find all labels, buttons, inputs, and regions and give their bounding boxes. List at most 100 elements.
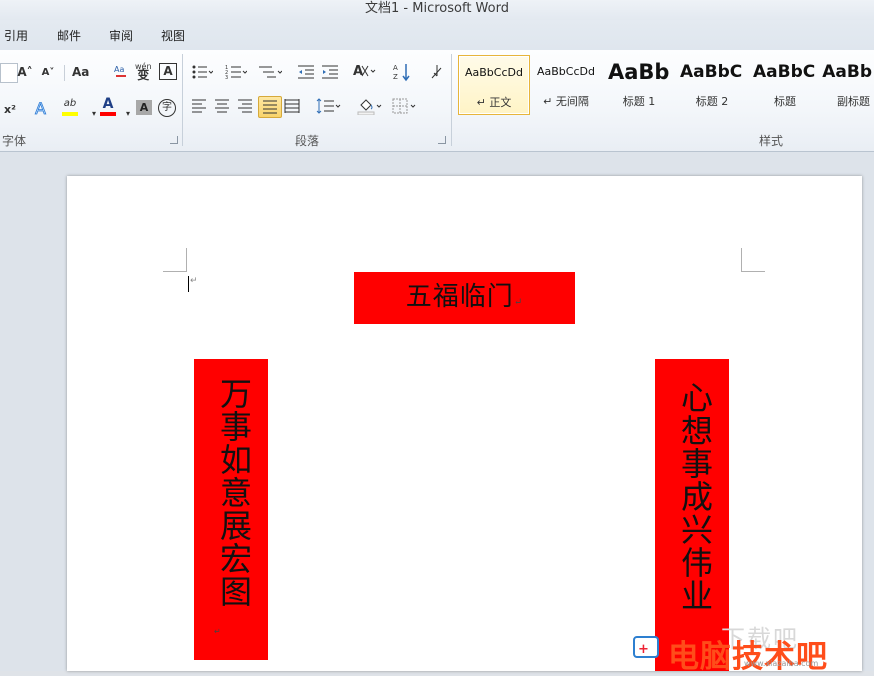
distributed-icon xyxy=(284,99,300,113)
increase-indent-button[interactable] xyxy=(321,64,339,84)
multilevel-list-button[interactable] xyxy=(258,64,283,84)
svg-text:3: 3 xyxy=(225,75,228,80)
chinese-layout-button[interactable]: A xyxy=(352,62,378,82)
watermark: + 下载吧 电脑技术吧 www.xiazaiba.com xyxy=(624,619,874,675)
margin-corner-top-left xyxy=(163,248,187,272)
style-heading-1[interactable]: AaBb 标题 1 xyxy=(604,55,674,113)
enclose-chars-button[interactable]: 字 xyxy=(158,99,176,117)
line-spacing-icon xyxy=(316,98,341,114)
watermark-faint-url: www.xiazaiba.com xyxy=(744,659,819,668)
tab-view[interactable]: 视图 xyxy=(161,27,185,44)
highlight-swatch xyxy=(62,112,78,116)
paragraph-mark: ↵ xyxy=(214,627,221,636)
font-color-button[interactable]: A xyxy=(100,96,116,116)
style-name: ↵ 无间隔 xyxy=(543,95,589,108)
shading-button[interactable] xyxy=(357,97,383,117)
align-center-button[interactable] xyxy=(214,98,230,118)
clear-format-button[interactable]: Aa xyxy=(112,62,130,82)
sort-button[interactable]: AZ xyxy=(392,62,412,82)
tab-review[interactable]: 审阅 xyxy=(109,27,133,44)
window-title: 文档1 - Microsoft Word xyxy=(365,1,509,16)
justify-icon xyxy=(263,100,277,114)
top-banner[interactable]: 五福临门↵ xyxy=(354,272,575,324)
text-cursor xyxy=(188,276,189,292)
title-bar: 文档1 - Microsoft Word xyxy=(0,0,874,20)
document-page[interactable]: ↵ 五福临门↵ 万事如意展宏图 ↵ 心想事成兴伟业 xyxy=(67,176,862,671)
paragraph-mark-icon xyxy=(431,65,442,79)
ribbon-tabs: 引用 邮件 审阅 视图 xyxy=(0,20,874,51)
align-left-button[interactable] xyxy=(191,98,207,118)
change-case-button[interactable]: Aa xyxy=(72,62,89,82)
font-group-label: 字体 xyxy=(2,134,27,148)
group-separator xyxy=(182,54,183,146)
numbering-icon: 123 xyxy=(225,65,248,81)
left-couplet[interactable]: 万事如意展宏图 ↵ xyxy=(194,359,268,660)
font-color-label: A xyxy=(102,96,114,112)
style-name: 副标题 xyxy=(837,95,870,108)
tab-references[interactable]: 引用 xyxy=(4,27,28,44)
superscript-button[interactable]: x² xyxy=(2,100,18,120)
align-right-button[interactable] xyxy=(237,98,253,118)
bullets-button[interactable] xyxy=(191,64,214,84)
svg-text:A: A xyxy=(353,64,363,79)
style-preview: AaBbC xyxy=(680,62,743,82)
highlight-button[interactable]: ab xyxy=(62,97,78,117)
phonetic-guide-button[interactable]: wén 变 xyxy=(135,62,152,82)
highlight-label: ab xyxy=(63,98,77,109)
tab-mailings[interactable]: 邮件 xyxy=(57,27,81,44)
top-banner-text: 五福临门↵ xyxy=(354,280,575,320)
sort-icon: AZ xyxy=(393,64,410,82)
font-color-swatch xyxy=(100,112,116,116)
plus-icon: + xyxy=(638,642,649,657)
multilevel-list-icon xyxy=(259,66,283,78)
left-couplet-text: 万事如意展宏图 xyxy=(215,377,253,608)
style-name: 标题 2 xyxy=(695,95,729,108)
style-preview: AaBb xyxy=(608,60,670,84)
shrink-font-button[interactable]: A˅ xyxy=(40,63,56,83)
style-normal[interactable]: AaBbCcDd ↵ 正文 xyxy=(458,55,530,115)
clear-format-icon: Aa xyxy=(114,65,126,77)
decrease-indent-icon xyxy=(298,65,314,79)
style-preview: AaBbCcDd xyxy=(537,65,595,78)
style-subtitle[interactable]: AaBb 副标题 xyxy=(804,55,874,113)
style-heading-2[interactable]: AaBbC 标题 2 xyxy=(677,55,747,113)
justify-button[interactable] xyxy=(258,96,282,118)
font-size-box[interactable] xyxy=(0,63,18,83)
style-name: ↵ 正文 xyxy=(476,96,512,109)
paragraph-mark: ↵ xyxy=(190,276,198,286)
char-shading-button[interactable]: A xyxy=(136,100,152,115)
font-color-dropdown-icon[interactable]: ▾ xyxy=(120,104,136,124)
toolbar-divider xyxy=(64,65,65,81)
grow-font-button[interactable]: A˄ xyxy=(17,62,33,82)
right-couplet-text: 心想事成兴伟业 xyxy=(676,381,714,612)
paragraph-dialog-launcher-icon[interactable] xyxy=(438,136,446,144)
borders-button[interactable] xyxy=(392,98,418,118)
style-preview: AaBbCcDd xyxy=(465,66,523,79)
paragraph-group-label: 段落 xyxy=(295,134,320,148)
svg-text:A: A xyxy=(393,64,398,72)
margin-corner-top-right xyxy=(741,248,765,272)
numbering-button[interactable]: 123 xyxy=(225,64,248,84)
align-left-icon xyxy=(192,99,206,113)
decrease-indent-button[interactable] xyxy=(297,64,315,84)
paint-bucket-icon xyxy=(357,99,382,116)
font-dialog-launcher-icon[interactable] xyxy=(170,136,178,144)
paragraph-mark: ↵ xyxy=(513,297,524,308)
top-banner-label: 五福临门 xyxy=(405,282,514,312)
watermark-text: 电脑技术吧 xyxy=(668,639,828,675)
increase-indent-icon xyxy=(322,65,338,79)
group-separator xyxy=(451,54,452,146)
style-no-spacing[interactable]: AaBbCcDd ↵ 无间隔 xyxy=(531,55,601,113)
line-spacing-button[interactable] xyxy=(316,98,342,118)
svg-text:Aa: Aa xyxy=(114,65,124,74)
bullets-icon xyxy=(192,65,214,79)
distributed-button[interactable] xyxy=(284,98,300,118)
chinese-layout-icon: A xyxy=(353,64,376,79)
text-effects-button[interactable]: A xyxy=(32,98,54,119)
char-border-button[interactable]: A xyxy=(159,63,177,80)
show-formatting-button[interactable] xyxy=(428,64,444,84)
styles-gallery: AaBbCcDd ↵ 正文 AaBbCcDd ↵ 无间隔 AaBb 标题 1 A… xyxy=(458,55,874,115)
svg-text:A: A xyxy=(35,99,46,118)
phonetic-char: 变 xyxy=(137,68,150,82)
svg-text:Z: Z xyxy=(393,73,398,81)
